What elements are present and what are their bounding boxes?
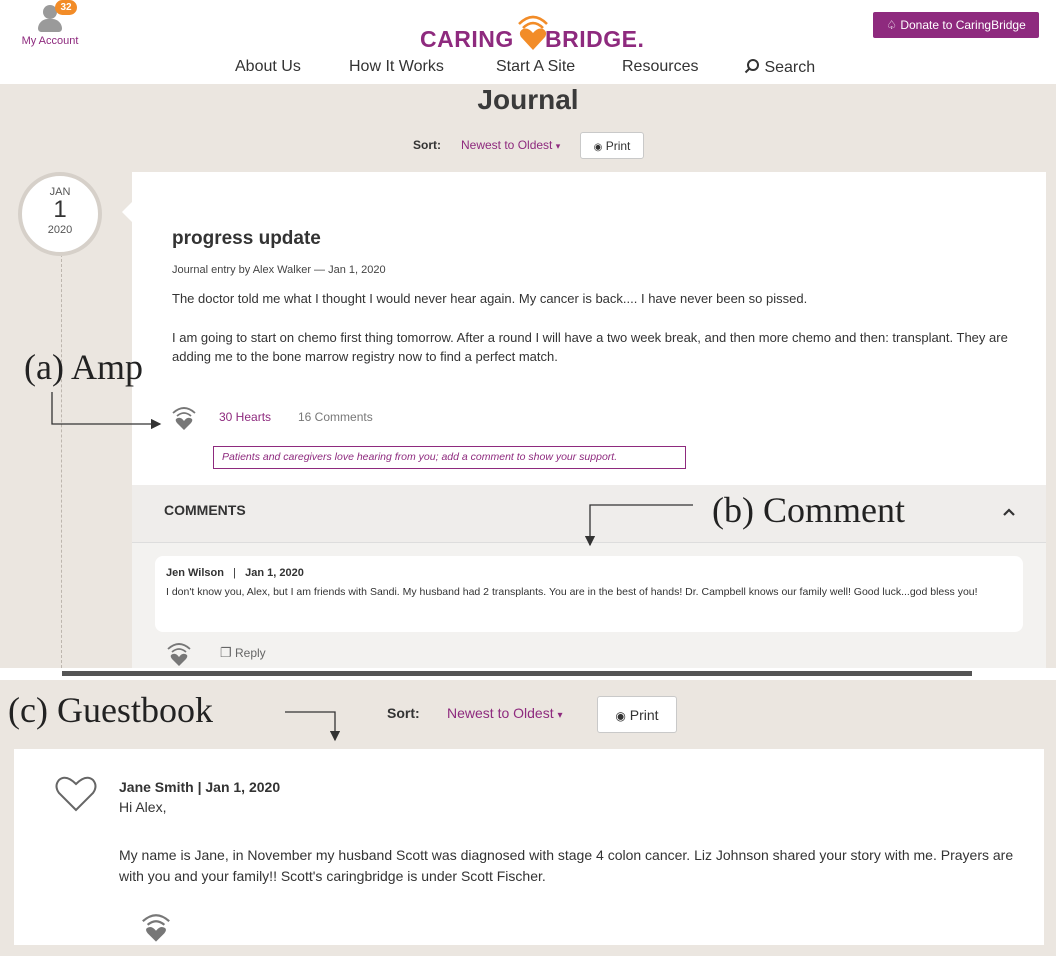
guestbook-byline: Jane Smith | Jan 1, 2020 bbox=[119, 779, 281, 795]
date-day: 1 bbox=[53, 196, 67, 223]
comment-text: I don't know you, Alex, but I am friends… bbox=[166, 586, 978, 598]
caret-down-icon: ▾ bbox=[557, 710, 563, 721]
donate-button[interactable]: ♤ Donate to CaringBridge bbox=[873, 12, 1039, 38]
guestbook-message: My name is Jane, in November my husband … bbox=[119, 847, 1014, 884]
comment-meta: Jen Wilson | Jan 1, 2020 bbox=[166, 567, 304, 579]
comment-separator: | bbox=[233, 567, 236, 579]
entry-paragraph: The doctor told me what I thought I woul… bbox=[172, 291, 808, 306]
caringbridge-logo[interactable]: CARING BRIDGE. bbox=[420, 6, 650, 52]
card-notch bbox=[122, 202, 132, 222]
guestbook-greeting: Hi Alex, bbox=[119, 799, 167, 815]
guestbook-sort-label: Sort: bbox=[387, 705, 420, 721]
guestbook-print-label: Print bbox=[629, 706, 659, 723]
annotation-b: (b) Comment bbox=[712, 490, 905, 530]
heart-outline-icon bbox=[55, 776, 97, 812]
comments-title: COMMENTS bbox=[164, 502, 246, 518]
entry-paragraph: I am going to start on chemo first thing… bbox=[172, 330, 1008, 364]
nav-start-a-site[interactable]: Start A Site bbox=[496, 58, 575, 76]
journal-sort-value: Newest to Oldest bbox=[461, 138, 553, 152]
guestbook-print-button[interactable]: ◉ Print bbox=[597, 696, 677, 733]
entry-date-badge: JAN 1 2020 bbox=[18, 172, 102, 256]
comment-heart-icon[interactable] bbox=[165, 638, 193, 668]
nav-about-us[interactable]: About Us bbox=[235, 58, 301, 76]
entry-byline: Journal entry by Alex Walker — Jan 1, 20… bbox=[172, 264, 386, 276]
notification-badge: 32 bbox=[55, 0, 77, 15]
journal-sort-dropdown[interactable]: Newest to Oldest ▾ bbox=[461, 138, 560, 152]
search-icon bbox=[744, 59, 759, 74]
comments-header-bar bbox=[132, 485, 1046, 543]
main-nav: About Us How It Works Start A Site Resou… bbox=[0, 58, 1056, 80]
annotation-c: (c) Guestbook bbox=[8, 690, 213, 730]
guestbook-heart-icon[interactable] bbox=[139, 908, 173, 944]
nav-resources[interactable]: Resources bbox=[622, 58, 698, 76]
nav-search-label: Search bbox=[764, 59, 816, 76]
reply-button[interactable]: ❐ Reply bbox=[220, 645, 266, 661]
journal-sort-row: Sort: Newest to Oldest ▾ ◉ Print bbox=[0, 132, 1056, 160]
date-year: 2020 bbox=[47, 224, 73, 236]
annotation-a: (a) Amp bbox=[24, 347, 143, 387]
my-account-link[interactable]: 32 My Account bbox=[10, 0, 90, 47]
entry-title: progress update bbox=[172, 228, 321, 249]
add-comment-prompt[interactable]: Patients and caregivers love hearing fro… bbox=[213, 446, 686, 469]
journal-print-label: Print bbox=[605, 138, 631, 153]
journal-print-button[interactable]: ◉ Print bbox=[580, 132, 644, 159]
journal-sort-label: Sort: bbox=[413, 138, 441, 152]
comment-author[interactable]: Jen Wilson bbox=[166, 567, 224, 579]
hearts-count-link[interactable]: 30 Hearts bbox=[219, 410, 271, 424]
print-icon: ◉ bbox=[615, 708, 626, 723]
donate-label: Donate to CaringBridge bbox=[900, 18, 1026, 32]
nav-search[interactable]: Search bbox=[744, 58, 815, 77]
ribbon-icon: ♤ bbox=[886, 18, 897, 32]
journal-title: Journal bbox=[477, 84, 579, 115]
chevron-up-icon[interactable] bbox=[998, 502, 1020, 522]
guestbook-sort-value: Newest to Oldest bbox=[447, 705, 554, 721]
guestbook-sort-dropdown[interactable]: Newest to Oldest ▾ bbox=[447, 705, 563, 721]
timeline-line bbox=[61, 254, 62, 668]
comment-date: Jan 1, 2020 bbox=[245, 567, 304, 579]
nav-how-it-works[interactable]: How It Works bbox=[349, 58, 444, 76]
comments-count-link[interactable]: 16 Comments bbox=[298, 410, 373, 424]
my-account-label: My Account bbox=[21, 35, 79, 47]
amp-heart-icon[interactable] bbox=[170, 402, 198, 432]
print-icon: ◉ bbox=[593, 141, 603, 153]
logo-text-caring: CARING bbox=[420, 26, 514, 52]
logo-text-bridge: BRIDGE. bbox=[545, 26, 645, 52]
caret-down-icon: ▾ bbox=[555, 141, 561, 151]
section-divider bbox=[62, 671, 972, 676]
site-header: 32 My Account CARING BRIDGE. ♤ Donate to… bbox=[0, 0, 1056, 84]
avatar-icon: 32 bbox=[35, 0, 77, 32]
reply-label: Reply bbox=[235, 646, 266, 660]
reply-icon: ❐ bbox=[220, 645, 232, 660]
